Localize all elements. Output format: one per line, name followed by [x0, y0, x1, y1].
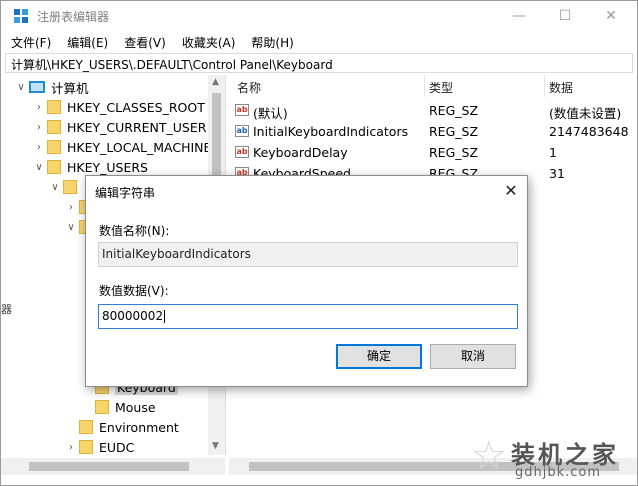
- menu-edit[interactable]: 编辑(E): [57, 31, 114, 53]
- value-data: (数值未设置): [549, 106, 622, 121]
- folder-icon: [47, 160, 61, 174]
- tree-item-hklm[interactable]: › HKEY_LOCAL_MACHINE: [31, 137, 211, 157]
- scroll-thumb[interactable]: [29, 462, 189, 471]
- watermark: ☆ 装机之家 gdhjbk.com: [471, 431, 638, 486]
- chevron-right-icon[interactable]: ›: [63, 442, 79, 453]
- chevron-down-icon[interactable]: ∨: [31, 162, 47, 173]
- folder-icon: [47, 100, 61, 114]
- value-data-input[interactable]: 80000002: [98, 304, 518, 329]
- value-data: 1: [549, 145, 557, 160]
- tree-label: HKEY_LOCAL_MACHINE: [67, 139, 212, 155]
- chevron-right-icon[interactable]: ›: [31, 102, 47, 113]
- column-header-name[interactable]: 名称: [237, 75, 261, 97]
- value-data: 31: [549, 166, 565, 181]
- value-row[interactable]: ab (默认) REG_SZ (数值未设置): [229, 100, 637, 121]
- tree-item-mouse[interactable]: Mouse: [79, 397, 156, 417]
- menu-file[interactable]: 文件(F): [1, 31, 57, 53]
- tree-item-hkcr[interactable]: › HKEY_CLASSES_ROOT: [31, 97, 205, 117]
- tree-item-computer[interactable]: ∨ 计算机: [13, 77, 89, 97]
- chevron-down-icon[interactable]: ∨: [63, 222, 79, 233]
- value-data-text: 80000002: [102, 309, 164, 323]
- chevron-right-icon[interactable]: ›: [31, 122, 47, 133]
- watermark-url: gdhjbk.com: [515, 465, 602, 480]
- chevron-right-icon[interactable]: ›: [31, 142, 47, 153]
- close-icon[interactable]: ✕: [498, 179, 524, 203]
- value-type: REG_SZ: [429, 124, 479, 139]
- address-bar[interactable]: 计算机\HKEY_USERS\.DEFAULT\Control Panel\Ke…: [5, 53, 633, 73]
- value-row[interactable]: ab KeyboardDelay REG_SZ 1: [229, 142, 637, 163]
- tree-item-eudc[interactable]: › EUDC: [63, 437, 134, 455]
- tree-item-hkcu[interactable]: › HKEY_CURRENT_USER: [31, 117, 206, 137]
- tree-label: Mouse: [115, 399, 156, 415]
- value-type: REG_SZ: [429, 145, 479, 160]
- clipped-side-text: 器: [1, 303, 12, 316]
- value-row[interactable]: ab InitialKeyboardIndicators REG_SZ 2147…: [229, 121, 637, 142]
- value-name: (默认): [253, 106, 288, 121]
- value-type: REG_SZ: [429, 103, 479, 118]
- chevron-down-icon[interactable]: ∨: [13, 82, 29, 93]
- maximize-button[interactable]: ☐: [542, 1, 588, 31]
- chevron-right-icon[interactable]: ›: [63, 202, 79, 213]
- registry-editor-window: 注册表编辑器 — ☐ ✕ 文件(F) 编辑(E) 查看(V) 收藏夹(A) 帮助…: [0, 0, 638, 486]
- tree-label: HKEY_USERS: [67, 159, 148, 175]
- string-value-icon: ab: [235, 146, 249, 158]
- text-caret: [164, 310, 166, 323]
- close-window-button[interactable]: ✕: [588, 1, 634, 31]
- scroll-up-icon[interactable]: ▲: [212, 77, 219, 87]
- value-name-field: InitialKeyboardIndicators: [98, 242, 518, 267]
- tree-label: HKEY_CLASSES_ROOT: [67, 99, 205, 115]
- column-header-data[interactable]: 数据: [549, 75, 573, 97]
- chevron-down-icon[interactable]: ∨: [47, 182, 63, 193]
- minimize-button[interactable]: —: [496, 1, 542, 31]
- menu-help[interactable]: 帮助(H): [241, 31, 299, 53]
- window-title: 注册表编辑器: [37, 10, 110, 24]
- string-value-icon: ab: [235, 104, 249, 116]
- folder-icon: [95, 400, 109, 414]
- tree-item-hku[interactable]: ∨ HKEY_USERS: [31, 157, 148, 177]
- tree-item-environment[interactable]: Environment: [63, 417, 179, 437]
- cancel-button[interactable]: 取消: [430, 344, 516, 369]
- value-name: InitialKeyboardIndicators: [253, 124, 409, 139]
- folder-icon: [47, 120, 61, 134]
- value-name: KeyboardDelay: [253, 145, 348, 160]
- menu-view[interactable]: 查看(V): [114, 31, 172, 53]
- edit-string-dialog: 编辑字符串 ✕ 数值名称(N): InitialKeyboardIndicato…: [85, 175, 528, 387]
- tree-label: Environment: [99, 419, 179, 435]
- menu-favorites[interactable]: 收藏夹(A): [172, 31, 242, 53]
- folder-icon: [79, 420, 93, 434]
- string-value-icon: ab: [235, 125, 249, 137]
- tree-label: EUDC: [99, 439, 135, 455]
- value-data-label: 数值数据(V):: [99, 284, 169, 298]
- tree-label: HKEY_CURRENT_USER: [67, 119, 207, 135]
- folder-icon: [63, 180, 77, 194]
- column-header-type[interactable]: 类型: [429, 75, 453, 97]
- computer-icon: [29, 81, 45, 93]
- menu-bar: 文件(F) 编辑(E) 查看(V) 收藏夹(A) 帮助(H): [1, 31, 637, 53]
- dialog-title: 编辑字符串: [95, 186, 156, 200]
- title-bar: 注册表编辑器 — ☐ ✕: [1, 1, 637, 31]
- tree-item-default[interactable]: ∨: [47, 177, 83, 197]
- scroll-down-icon[interactable]: ▼: [212, 441, 219, 451]
- folder-icon: [47, 140, 61, 154]
- registry-app-icon: [14, 9, 28, 23]
- ok-button[interactable]: 确定: [336, 344, 422, 369]
- value-name-label: 数值名称(N):: [99, 224, 170, 238]
- value-data: 2147483648: [549, 124, 629, 139]
- folder-icon: [79, 440, 93, 454]
- tree-horizontal-scrollbar[interactable]: [1, 458, 225, 475]
- star-watermark-icon: ☆: [471, 433, 507, 479]
- tree-label: 计算机: [51, 80, 89, 96]
